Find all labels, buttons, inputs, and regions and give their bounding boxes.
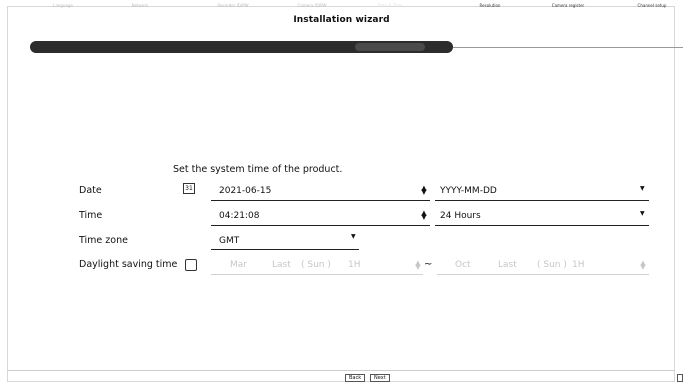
time-field-underline — [211, 225, 430, 226]
dst-label: Daylight saving time — [79, 259, 178, 270]
step-date-time: Date & Time — [377, 3, 403, 8]
timezone-underline — [211, 249, 359, 250]
updown-arrow-icon[interactable]: ▲ ▼ — [640, 260, 646, 271]
intro-text: Set the system time of the product. — [173, 164, 343, 175]
footer-divider — [7, 370, 675, 371]
next-button[interactable]: Next — [370, 374, 390, 382]
date-value[interactable]: 2021-06-15 — [219, 186, 271, 196]
dst-end-day[interactable]: ( Sun ) — [537, 260, 567, 270]
dst-end-hour[interactable]: 1H — [572, 260, 585, 270]
dst-start-day[interactable]: ( Sun ) — [301, 260, 331, 270]
time-format-underline — [435, 225, 649, 226]
dst-start-month[interactable]: Mar — [230, 260, 247, 270]
time-label: Time — [79, 210, 103, 221]
timezone-label: Time zone — [79, 235, 128, 246]
dst-start-week[interactable]: Last — [272, 260, 291, 270]
step-channel-setup: Channel setup — [637, 3, 667, 8]
dst-end-month[interactable]: Oct — [455, 260, 471, 270]
timezone-select[interactable]: GMT — [219, 236, 239, 246]
resize-handle[interactable] — [677, 374, 683, 382]
dropdown-arrow-icon[interactable]: ▼ — [640, 210, 645, 217]
dst-checkbox[interactable] — [185, 259, 197, 271]
page-title: Installation wizard — [293, 15, 390, 25]
date-format-select[interactable]: YYYY-MM-DD — [440, 186, 497, 196]
date-label: Date — [79, 185, 102, 196]
date-format-underline — [435, 200, 649, 201]
calendar-icon[interactable]: 31 — [183, 183, 195, 194]
step-language: Language — [53, 3, 73, 8]
time-value[interactable]: 04:21:08 — [219, 211, 259, 221]
dropdown-arrow-icon[interactable]: ▼ — [351, 233, 356, 240]
step-current-highlight — [355, 43, 425, 51]
time-format-select[interactable]: 24 Hours — [440, 211, 481, 221]
updown-arrow-icon[interactable]: ▲ ▼ — [421, 210, 427, 221]
wizard-frame — [7, 6, 675, 382]
updown-arrow-icon[interactable]: ▲ ▼ — [421, 185, 427, 196]
step-camera-id-pw: Camera ID/PW — [297, 3, 327, 8]
dst-start-underline — [211, 274, 423, 275]
step-camera-register: Camera register — [551, 3, 585, 8]
step-resolution: Resolution — [479, 3, 501, 8]
steps-rail-line — [453, 47, 683, 48]
back-button[interactable]: Back — [345, 374, 366, 382]
updown-arrow-icon[interactable]: ▲ ▼ — [415, 260, 421, 271]
dst-end-underline — [437, 274, 649, 275]
dst-separator: ~ — [424, 259, 433, 270]
dropdown-arrow-icon[interactable]: ▼ — [640, 185, 645, 192]
step-network: Network — [131, 3, 149, 8]
date-field-underline — [211, 200, 430, 201]
dst-end-week[interactable]: Last — [498, 260, 517, 270]
dst-start-hour[interactable]: 1H — [348, 260, 361, 270]
step-recorder-id-pw: Recorder ID/PW — [217, 3, 249, 8]
